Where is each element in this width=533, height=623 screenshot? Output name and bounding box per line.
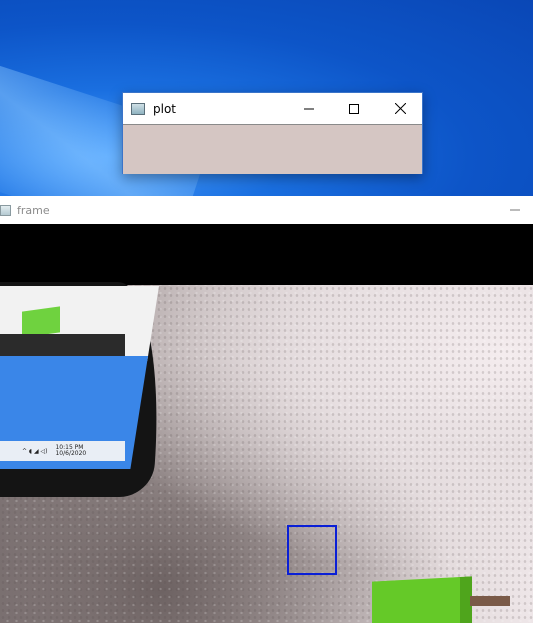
frame-titlebar[interactable]: frame [0,196,533,224]
maximize-button[interactable] [332,93,376,124]
monitor-green-object [22,306,60,338]
frame-window-title: frame [17,203,50,217]
frame-window[interactable]: frame ^ ◖ ◢ ◁) 10:15 PM 10/6/2020 [0,196,533,623]
monitor-taskbar: ^ ◖ ◢ ◁) 10:15 PM 10/6/2020 [0,441,125,461]
minimize-icon [510,209,520,211]
plug-prongs [470,596,510,606]
monitor-dark-strip [0,334,125,356]
plot-window[interactable]: plot [122,92,423,174]
monitor-clock: 10:15 PM 10/6/2020 [55,445,86,457]
close-button[interactable] [378,93,422,124]
maximize-icon [349,103,359,114]
camera-video-feed: ^ ◖ ◢ ◁) 10:15 PM 10/6/2020 [0,224,533,623]
tracking-target-box [287,525,337,575]
minimize-icon [304,108,314,109]
minimize-button[interactable] [287,93,331,124]
frame-minimize-button[interactable] [497,196,533,224]
plot-titlebar[interactable]: plot [123,93,422,125]
plot-canvas [123,125,422,174]
monitor-clock-date: 10/6/2020 [55,450,87,457]
window-app-icon [0,204,11,216]
plot-window-title: plot [153,101,176,116]
green-object [372,576,472,623]
close-icon [394,103,406,114]
window-app-icon [131,102,145,115]
tray-icons: ^ ◖ ◢ ◁) [22,447,48,455]
